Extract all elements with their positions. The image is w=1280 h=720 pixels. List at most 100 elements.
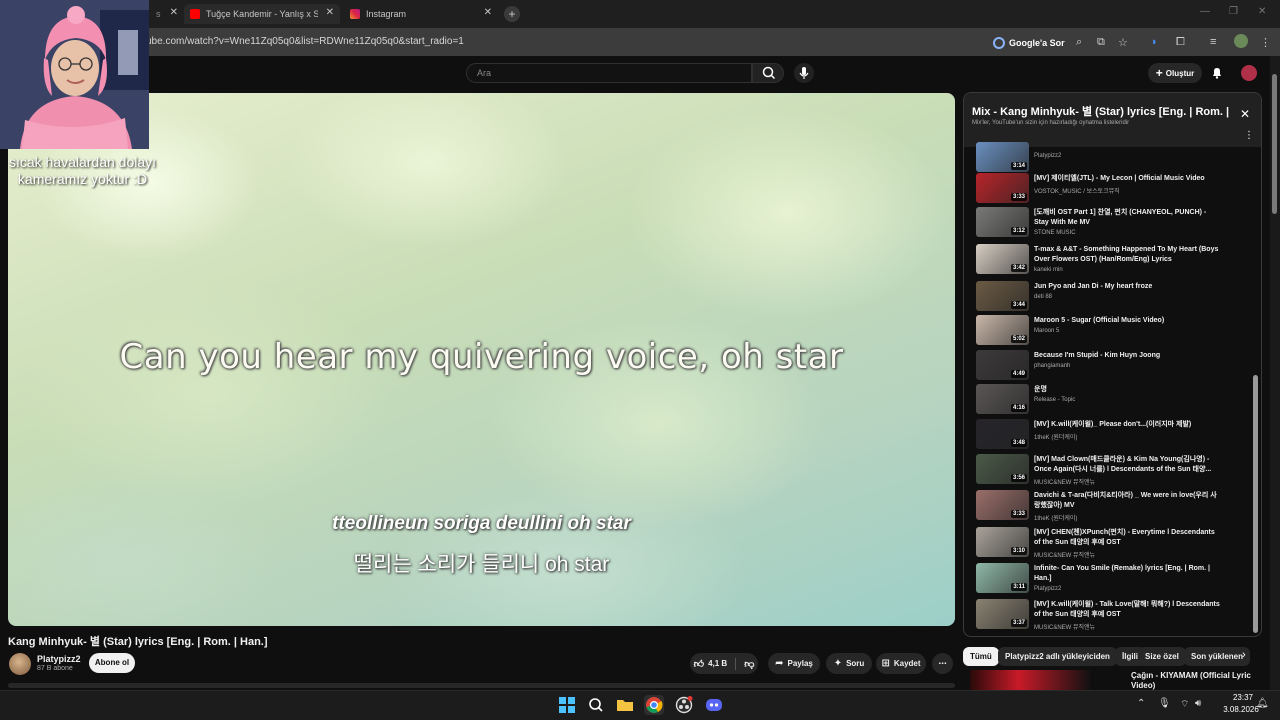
channel-name[interactable]: Platypizz2 <box>37 654 81 664</box>
playlist-scrollbar-thumb[interactable] <box>1253 375 1258 633</box>
chip-3[interactable]: Size özel <box>1138 647 1186 666</box>
windows-start-icon[interactable] <box>557 695 577 715</box>
profile-avatar-icon[interactable] <box>1234 34 1248 48</box>
new-tab-button[interactable]: + <box>504 6 520 22</box>
channel-avatar[interactable] <box>9 653 31 675</box>
close-tab-icon[interactable]: ✕ <box>484 7 492 18</box>
tab-instagram[interactable]: Instagram ✕ <box>344 4 498 24</box>
playlist-menu-icon[interactable]: ⋮ <box>1244 131 1254 141</box>
playlist-item-thumbnail[interactable]: 3:44 <box>976 281 1029 311</box>
playlist-item-title[interactable]: Jun Pyo and Jan Di - My heart froze <box>1034 282 1222 292</box>
playlist-item-thumbnail[interactable]: 3:10 <box>976 527 1029 557</box>
close-tab-icon[interactable]: ✕ <box>326 7 334 18</box>
search-input[interactable]: Ara <box>466 63 752 83</box>
playlist-item-title[interactable]: Because I'm Stupid - Kim Huyn Joong <box>1034 351 1222 361</box>
playlist-item[interactable]: 3:33 [MV] 제이티엘(JTL) - My Lecon | Official… <box>976 173 1246 207</box>
minimize-icon[interactable]: — <box>1200 6 1210 17</box>
more-actions-button[interactable]: ⋯ <box>932 653 953 674</box>
close-playlist-icon[interactable]: ✕ <box>1240 107 1250 121</box>
playlist-item-thumbnail[interactable]: 3:14 <box>976 142 1029 172</box>
discord-icon[interactable] <box>704 695 724 715</box>
create-button[interactable]: + Oluştur <box>1148 63 1202 83</box>
recommended-thumbnail[interactable] <box>970 670 1091 690</box>
playlist-item[interactable]: 3:42 T-max & A&T - Something Happened To … <box>976 244 1246 278</box>
playlist-item[interactable]: 4:16 운명 Release - Topic <box>976 384 1246 418</box>
recommended-title[interactable]: Çağın - KIYAMAM (Official Lyric Video) <box>1131 671 1256 690</box>
playlist-item-thumbnail[interactable]: 3:42 <box>976 244 1029 274</box>
playlist-item-title[interactable]: T-max & A&T - Something Happened To My H… <box>1034 245 1222 265</box>
tray-chevron-up-icon[interactable]: ⌃ <box>1137 698 1145 709</box>
playlist-item-title[interactable]: Infinite- Can You Smile (Remake) lyrics … <box>1034 564 1222 584</box>
tab-youtube-current[interactable]: s ✕ <box>150 4 180 24</box>
notification-center-icon[interactable]: 🔔︎ <box>1256 698 1269 709</box>
playlist-item-title[interactable]: [MV] K.will(케이윌)_ Please don't...(이러지마 제… <box>1034 420 1222 430</box>
microphone-tray-icon[interactable]: 🎙︎ <box>1158 698 1171 709</box>
playlist-item-title[interactable]: [도깨비 OST Part 1] 찬열, 펀치 (CHANYEOL, PUNCH… <box>1034 208 1222 228</box>
subscribe-button[interactable]: Abone ol <box>89 653 135 673</box>
maximize-icon[interactable]: ❐ <box>1229 6 1238 17</box>
notifications-bell-icon[interactable] <box>1210 65 1224 79</box>
save-button[interactable]: ⊞ Kaydet <box>876 653 926 674</box>
share-button[interactable]: ➦ Paylaş <box>768 653 820 674</box>
playlist-item-title[interactable]: 운명 <box>1034 385 1222 395</box>
bookmark-star-icon[interactable]: ☆ <box>1118 36 1128 49</box>
chip-0[interactable]: Tümü <box>963 647 999 666</box>
taskbar-search-icon[interactable] <box>586 695 606 715</box>
playlist-item[interactable]: 3:33 Davichi & T-ara(다비치&티아라) _ We were i… <box>976 490 1246 524</box>
playlist-item-thumbnail[interactable]: 3:33 <box>976 490 1029 520</box>
obs-studio-icon[interactable] <box>674 695 694 715</box>
playlist-item-title[interactable]: [MV] Mad Clown(매드클라운) & Kim Na Young(김나영… <box>1034 455 1222 475</box>
url-field[interactable]: ube.com/watch?v=Wne11Zq05q0&list=RDWne11… <box>146 36 464 47</box>
playlist-item-thumbnail[interactable]: 4:16 <box>976 384 1029 414</box>
account-avatar[interactable] <box>1241 65 1257 81</box>
google-sor-button[interactable]: Google'a Sor <box>993 34 1065 51</box>
wifi-icon[interactable]: ⌔ <box>1180 698 1189 711</box>
playlist-item-thumbnail[interactable]: 5:02 <box>976 315 1029 345</box>
playlist-item-title[interactable]: [MV] K.will(케이윌) - Talk Love(말해! 뭐해?) l … <box>1034 600 1222 620</box>
media-control-icon[interactable]: ≡ <box>1210 36 1216 48</box>
playlist-item[interactable]: 3:37 [MV] K.will(케이윌) - Talk Love(말해! 뭐해?… <box>976 599 1246 633</box>
recommended-video[interactable]: Çağın - KIYAMAM (Official Lyric Video) <box>970 670 1260 690</box>
ask-button[interactable]: ✦ Soru <box>826 653 872 674</box>
playlist-item[interactable]: 3:56 [MV] Mad Clown(매드클라운) & Kim Na Young… <box>976 454 1246 488</box>
playlist-item[interactable]: 5:02 Maroon 5 - Sugar (Official Music Vid… <box>976 315 1246 349</box>
playlist-item[interactable]: 4:49 Because I'm Stupid - Kim Huyn Joong p… <box>976 350 1246 384</box>
chevron-right-icon[interactable]: › <box>1242 649 1246 661</box>
playlist-item[interactable]: 3:48 [MV] K.will(케이윌)_ Please don't...(이러… <box>976 419 1246 453</box>
playlist-item[interactable]: 3:44 Jun Pyo and Jan Di - My heart froze d… <box>976 281 1246 315</box>
extensions-puzzle-icon[interactable]: ⧠ <box>1176 36 1185 49</box>
thumbs-down-icon[interactable]: 👎︎ <box>744 658 754 670</box>
volume-icon[interactable]: 🔊︎ <box>1195 698 1201 709</box>
playlist-item-title[interactable]: Davichi & T-ara(다비치&티아라) _ We were in lo… <box>1034 491 1222 511</box>
playlist-item-thumbnail[interactable]: 3:12 <box>976 207 1029 237</box>
search-button[interactable] <box>752 63 784 83</box>
playlist-item-thumbnail[interactable]: 3:11 <box>976 563 1029 593</box>
chrome-icon[interactable] <box>644 695 664 715</box>
zoom-icon[interactable]: ⌕ <box>1076 36 1082 49</box>
playlist-item[interactable]: 3:11 Infinite- Can You Smile (Remake) lyr… <box>976 563 1246 597</box>
like-button[interactable]: 👍︎ 4,1 B <box>694 658 728 670</box>
chip-4[interactable]: Son yüklenen <box>1184 647 1251 666</box>
extension-wave-icon[interactable]: ◗ <box>1151 36 1158 48</box>
playlist-item-thumbnail[interactable]: 3:37 <box>976 599 1029 629</box>
window-close-icon[interactable]: ✕ <box>1258 6 1266 17</box>
playlist-item[interactable]: 3:10 [MV] CHEN(첸)XPunch(펀치) - Everytime l… <box>976 527 1246 561</box>
playlist-title[interactable]: Mix - Kang Minhyuk- 별 (Star) lyrics [Eng… <box>972 103 1232 119</box>
playlist-item-thumbnail[interactable]: 3:33 <box>976 173 1029 203</box>
playlist-item-thumbnail[interactable]: 3:48 <box>976 419 1029 449</box>
playlist-item-title[interactable]: Maroon 5 - Sugar (Official Music Video) <box>1034 316 1222 326</box>
playlist-item-duration: 3:10 <box>1010 547 1027 555</box>
playlist-item[interactable]: 3:12 [도깨비 OST Part 1] 찬열, 펀치 (CHANYEOL, P… <box>976 207 1246 241</box>
voice-search-button[interactable] <box>794 63 814 83</box>
close-tab-icon[interactable]: ✕ <box>170 7 178 18</box>
playlist-item-thumbnail[interactable]: 3:56 <box>976 454 1029 484</box>
install-app-icon[interactable]: ⧉ <box>1097 36 1105 49</box>
playlist-item-thumbnail[interactable]: 4:49 <box>976 350 1029 380</box>
chip-1[interactable]: Platypizz2 adlı yükleyiciden <box>998 647 1117 666</box>
browser-menu-icon[interactable]: ⋮ <box>1260 36 1271 49</box>
playlist-item-title[interactable]: [MV] 제이티엘(JTL) - My Lecon | Official Mus… <box>1034 174 1222 184</box>
page-scrollbar-thumb[interactable] <box>1272 74 1277 214</box>
playlist-item-title[interactable]: [MV] CHEN(첸)XPunch(펀치) - Everytime l Des… <box>1034 528 1222 548</box>
file-explorer-icon[interactable] <box>615 695 635 715</box>
tab-tugce-kandemir[interactable]: Tuğçe Kandemir - Yanlış x Simg... ✕ <box>184 4 340 24</box>
